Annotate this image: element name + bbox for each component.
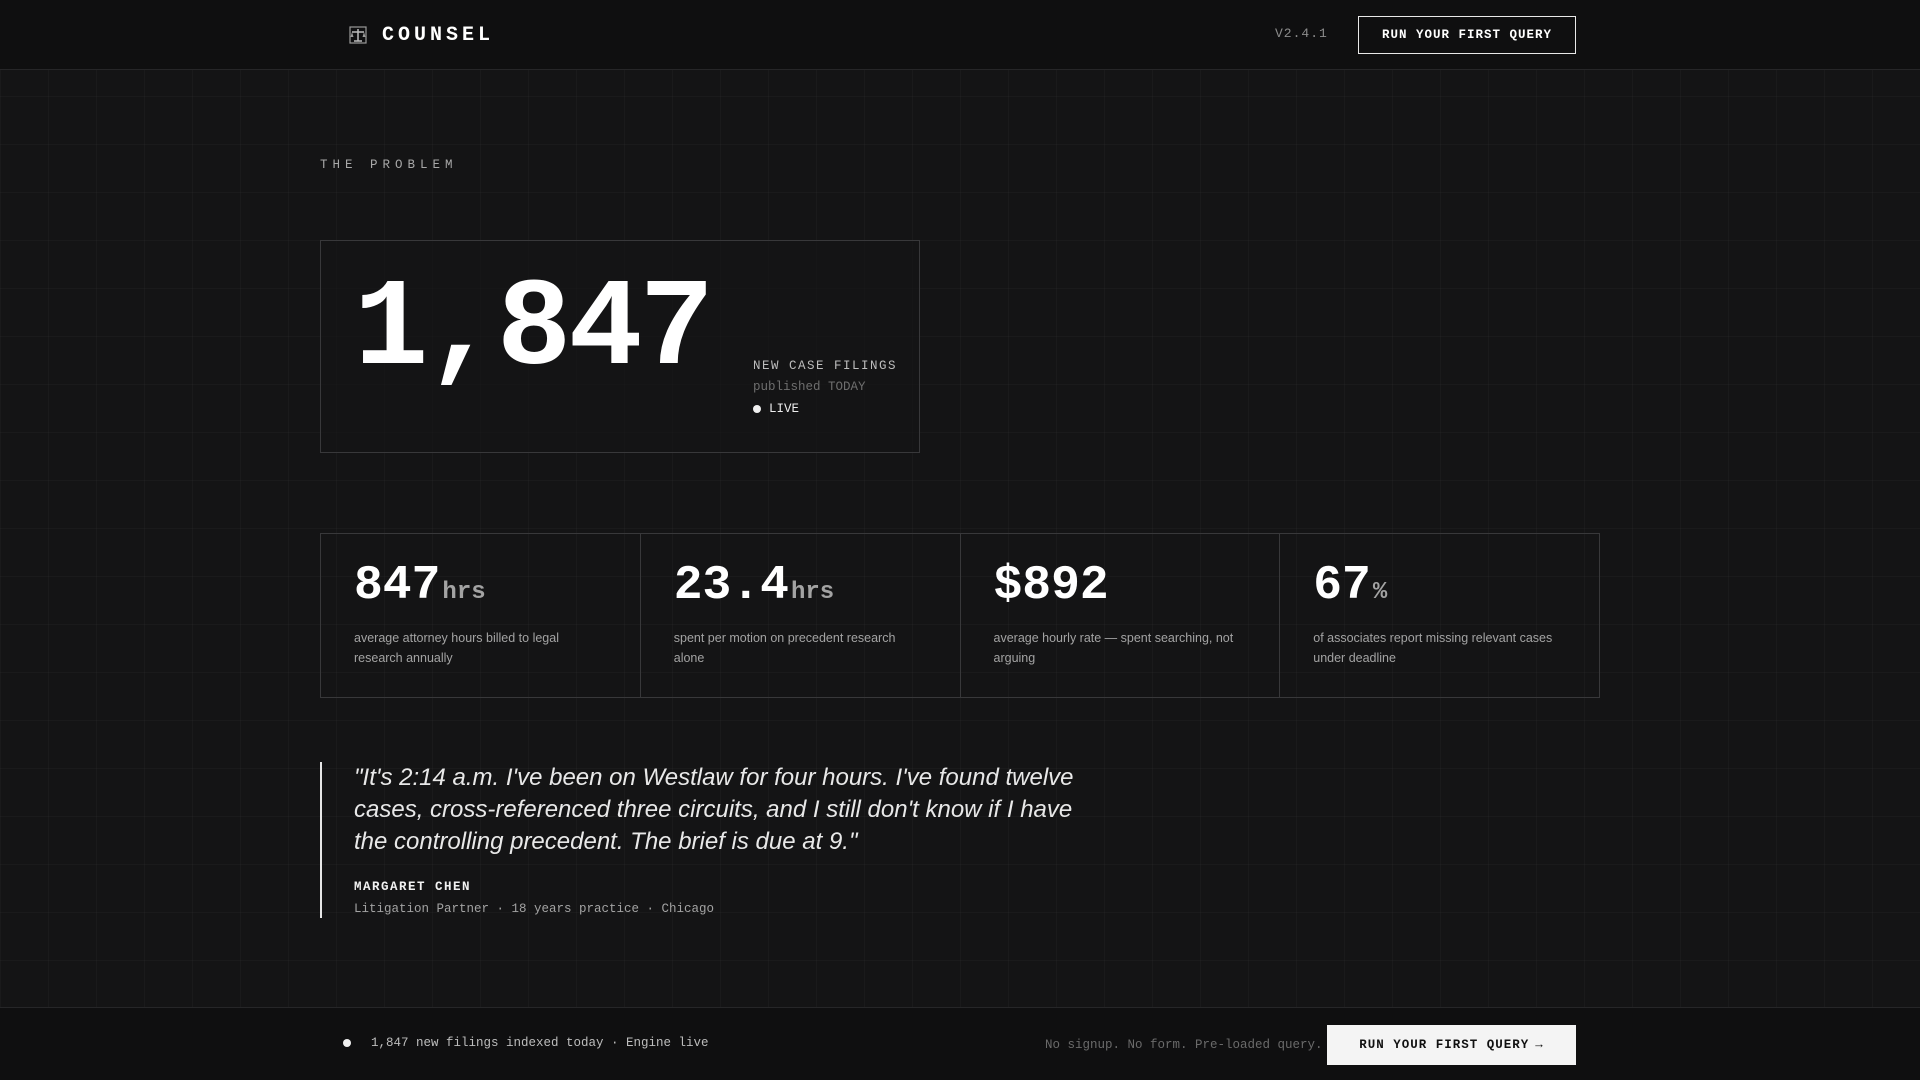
stat-number: $892 — [993, 559, 1109, 613]
cta-label: RUN YOUR FIRST QUERY — [1359, 1038, 1530, 1052]
filings-meta: NEW CASE FILINGS published TODAY LIVE — [753, 359, 897, 416]
stat-number: 67 — [1313, 559, 1371, 613]
stat-unit: hrs — [790, 579, 835, 606]
quote-text: "It's 2:14 a.m. I've been on Westlaw for… — [354, 764, 1074, 855]
stat-unit: hrs — [442, 579, 486, 606]
filings-count: 1,847 — [354, 261, 714, 401]
run-first-query-button[interactable]: RUN YOUR FIRST QUERY — [1358, 16, 1576, 54]
stat-description: of associates report missing relevant ca… — [1313, 631, 1553, 665]
quote-author-role: Litigation Partner · 18 years practice ·… — [354, 902, 715, 916]
top-nav-bar: COUNSEL V2.4.1 RUN YOUR FIRST QUERY — [0, 0, 1920, 70]
sticky-cta-bar: 1,847 new filings indexed today · Engine… — [0, 1007, 1920, 1080]
stat-number: 847 — [354, 559, 441, 613]
engine-status-text: 1,847 new filings indexed today · Engine… — [371, 1036, 709, 1050]
stats-grid: 847 hrs average attorney hours billed to… — [320, 533, 1600, 698]
stat-value: $892 — [994, 562, 1248, 610]
stat-value: 847 hrs — [354, 562, 608, 610]
stat-card: 847 hrs average attorney hours billed to… — [321, 534, 641, 697]
live-indicator: LIVE — [753, 402, 897, 416]
brand-logo[interactable]: COUNSEL — [348, 22, 494, 48]
scales-icon — [348, 25, 368, 45]
status-dot-icon — [343, 1039, 351, 1047]
live-dot-icon — [753, 405, 761, 413]
section-label: THE PROBLEM — [320, 158, 458, 172]
quote-author: MARGARET CHEN — [354, 880, 472, 894]
live-label: LIVE — [769, 402, 800, 416]
brand-name: COUNSEL — [382, 23, 495, 47]
stat-value: 67 % — [1313, 562, 1567, 610]
stat-description: average attorney hours billed to legal r… — [354, 631, 559, 665]
version-label: V2.4.1 — [1275, 26, 1328, 41]
stat-card: $892 average hourly rate — spent searchi… — [961, 534, 1281, 697]
stat-unit: % — [1372, 579, 1388, 606]
stat-description: average hourly rate — spent searching, n… — [993, 631, 1234, 665]
stat-card: 67 % of associates report missing releva… — [1280, 534, 1599, 697]
engine-status: 1,847 new filings indexed today · Engine… — [343, 1036, 709, 1050]
stat-number: 23.4 — [673, 559, 789, 613]
testimonial-quote: "It's 2:14 a.m. I've been on Westlaw for… — [320, 762, 1120, 918]
run-first-query-cta-button[interactable]: RUN YOUR FIRST QUERY → — [1327, 1025, 1576, 1065]
stat-description: spent per motion on precedent research a… — [673, 631, 896, 665]
filings-label: NEW CASE FILINGS — [753, 359, 898, 373]
arrow-right-icon: → — [1535, 1038, 1544, 1052]
stat-value: 23.4 hrs — [674, 562, 928, 610]
stat-card: 23.4 hrs spent per motion on precedent r… — [641, 534, 961, 697]
filings-sublabel: published TODAY — [753, 380, 866, 394]
filings-counter-card: 1,847 NEW CASE FILINGS published TODAY L… — [320, 240, 920, 453]
cta-note: No signup. No form. Pre-loaded query. — [1045, 1038, 1323, 1052]
